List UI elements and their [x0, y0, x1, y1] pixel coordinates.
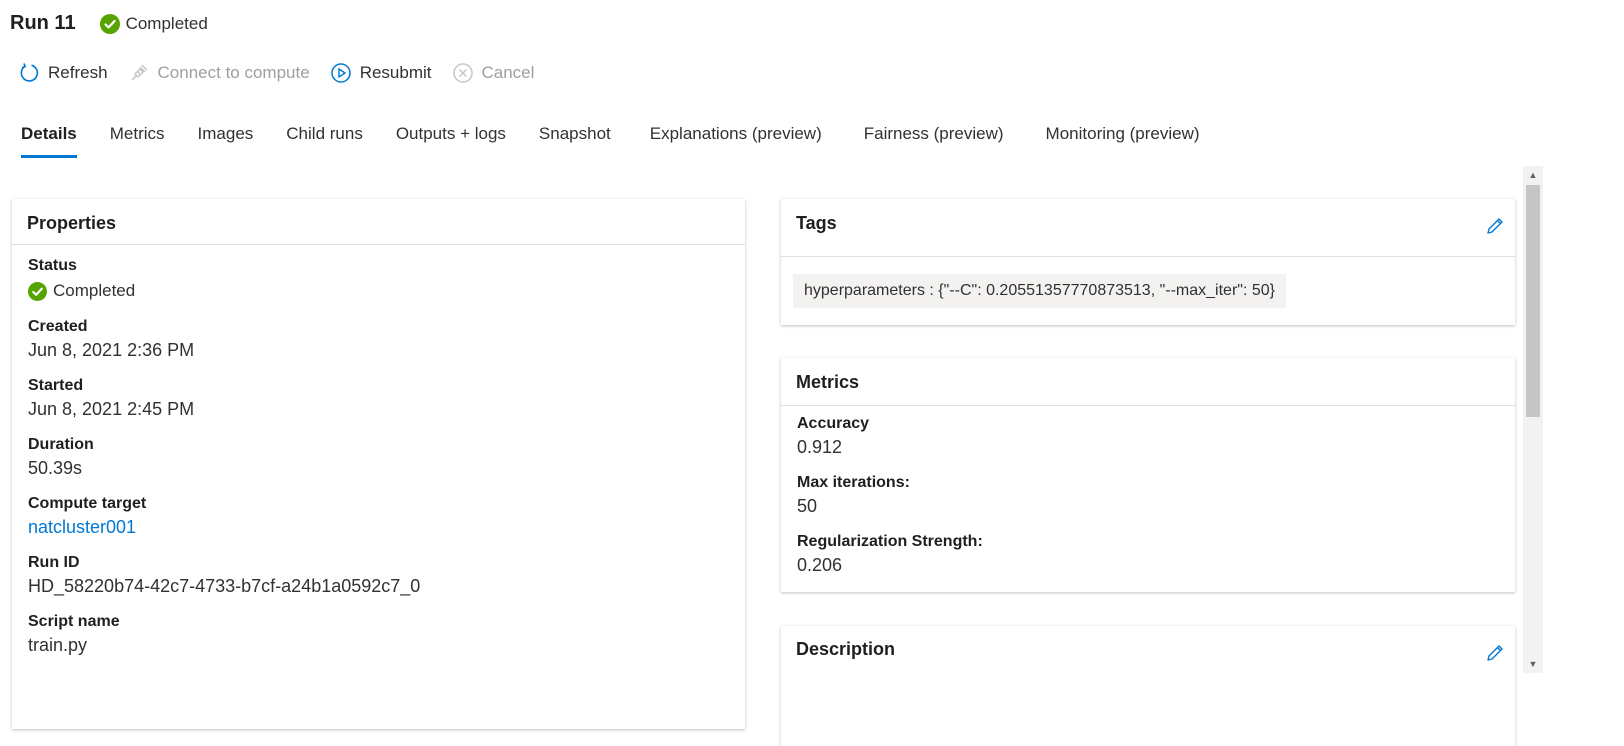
property-script-name: Script name train.py — [12, 613, 745, 656]
tab-explanations[interactable]: Explanations (preview) — [650, 124, 822, 158]
tab-outputs-logs[interactable]: Outputs + logs — [396, 124, 506, 158]
metric-max-iterations: Max iterations: 50 — [781, 474, 1515, 517]
tag-chip: hyperparameters : {"--C": 0.205513577708… — [793, 274, 1286, 308]
metrics-title: Metrics — [781, 358, 1515, 406]
run-status-label: Completed — [125, 13, 208, 33]
scroll-down-arrow-icon[interactable]: ▼ — [1523, 655, 1543, 673]
scrollbar-thumb[interactable] — [1526, 185, 1540, 417]
property-label: Run ID — [28, 554, 80, 571]
property-label: Created — [28, 318, 88, 335]
cancel-circle-icon — [452, 62, 474, 84]
tab-snapshot[interactable]: Snapshot — [539, 124, 611, 158]
vertical-scrollbar[interactable]: ▲ ▼ — [1523, 166, 1543, 673]
property-value: train.py — [28, 635, 88, 655]
compute-target-link[interactable]: natcluster001 — [28, 517, 729, 538]
metric-value: 0.206 — [797, 555, 843, 575]
run-title: Run 11 — [10, 12, 76, 34]
property-label: Started — [28, 377, 84, 394]
cancel-label: Cancel — [481, 63, 535, 82]
command-bar: Refresh Connect to compute Resubmit Canc… — [18, 62, 554, 84]
metric-accuracy: Accuracy 0.912 — [781, 415, 1515, 458]
metric-label: Max iterations: — [797, 474, 910, 491]
property-status-text: Completed — [53, 281, 136, 300]
check-circle-icon — [28, 281, 47, 301]
resubmit-label: Resubmit — [359, 63, 432, 82]
check-circle-icon — [99, 13, 120, 34]
property-value: Jun 8, 2021 2:45 PM — [28, 399, 195, 419]
tab-monitoring[interactable]: Monitoring (preview) — [1046, 124, 1200, 158]
cancel-button[interactable]: Cancel — [452, 62, 535, 84]
metric-value: 50 — [797, 496, 818, 516]
tags-title: Tags — [781, 199, 1515, 257]
plug-icon — [128, 62, 150, 84]
metric-label: Accuracy — [797, 415, 870, 432]
tab-child-runs[interactable]: Child runs — [286, 124, 363, 158]
properties-title: Properties — [12, 199, 745, 245]
property-value: HD_58220b74-42c7-4733-b7cf-a24b1a0592c7_… — [28, 576, 421, 596]
property-label: Compute target — [28, 495, 147, 512]
metrics-card: Metrics Accuracy 0.912 Max iterations: 5… — [781, 358, 1515, 592]
property-value: Completed — [28, 281, 729, 301]
property-value: Jun 8, 2021 2:36 PM — [28, 340, 195, 360]
tab-details[interactable]: Details — [21, 124, 77, 158]
edit-description-pencil-icon[interactable] — [1485, 643, 1505, 663]
edit-tags-pencil-icon[interactable] — [1485, 216, 1505, 236]
property-value: 50.39s — [28, 458, 83, 478]
tab-fairness[interactable]: Fairness (preview) — [864, 124, 1004, 158]
description-card: Description — [781, 626, 1515, 746]
tab-bar: Details Metrics Images Child runs Output… — [21, 124, 1233, 158]
property-status: Status Completed — [12, 257, 745, 301]
connect-to-compute-label: Connect to compute — [157, 63, 310, 82]
metric-value: 0.912 — [797, 437, 843, 457]
run-header: Run 11 Completed — [10, 12, 208, 35]
property-started: Started Jun 8, 2021 2:45 PM — [12, 377, 745, 420]
refresh-icon — [18, 62, 40, 84]
metric-regularization: Regularization Strength: 0.206 — [781, 533, 1515, 576]
tab-metrics[interactable]: Metrics — [110, 124, 165, 158]
property-label: Duration — [28, 436, 94, 453]
run-status: Completed — [99, 13, 208, 34]
property-run-id: Run ID HD_58220b74-42c7-4733-b7cf-a24b1a… — [12, 554, 745, 597]
refresh-button[interactable]: Refresh — [18, 62, 108, 84]
play-circle-icon — [330, 62, 352, 84]
connect-to-compute-button[interactable]: Connect to compute — [128, 62, 310, 84]
properties-card: Properties Status Completed Created Jun … — [12, 199, 745, 729]
tab-images[interactable]: Images — [198, 124, 254, 158]
refresh-label: Refresh — [48, 63, 108, 82]
property-label: Script name — [28, 613, 120, 630]
resubmit-button[interactable]: Resubmit — [330, 62, 432, 84]
property-label: Status — [28, 257, 77, 274]
property-created: Created Jun 8, 2021 2:36 PM — [12, 318, 745, 361]
description-title: Description — [796, 639, 896, 659]
property-duration: Duration 50.39s — [12, 436, 745, 479]
property-compute-target: Compute target natcluster001 — [12, 495, 745, 538]
tags-card: Tags hyperparameters : {"--C": 0.2055135… — [781, 199, 1515, 325]
scroll-up-arrow-icon[interactable]: ▲ — [1523, 166, 1543, 184]
metric-label: Regularization Strength: — [797, 533, 983, 550]
